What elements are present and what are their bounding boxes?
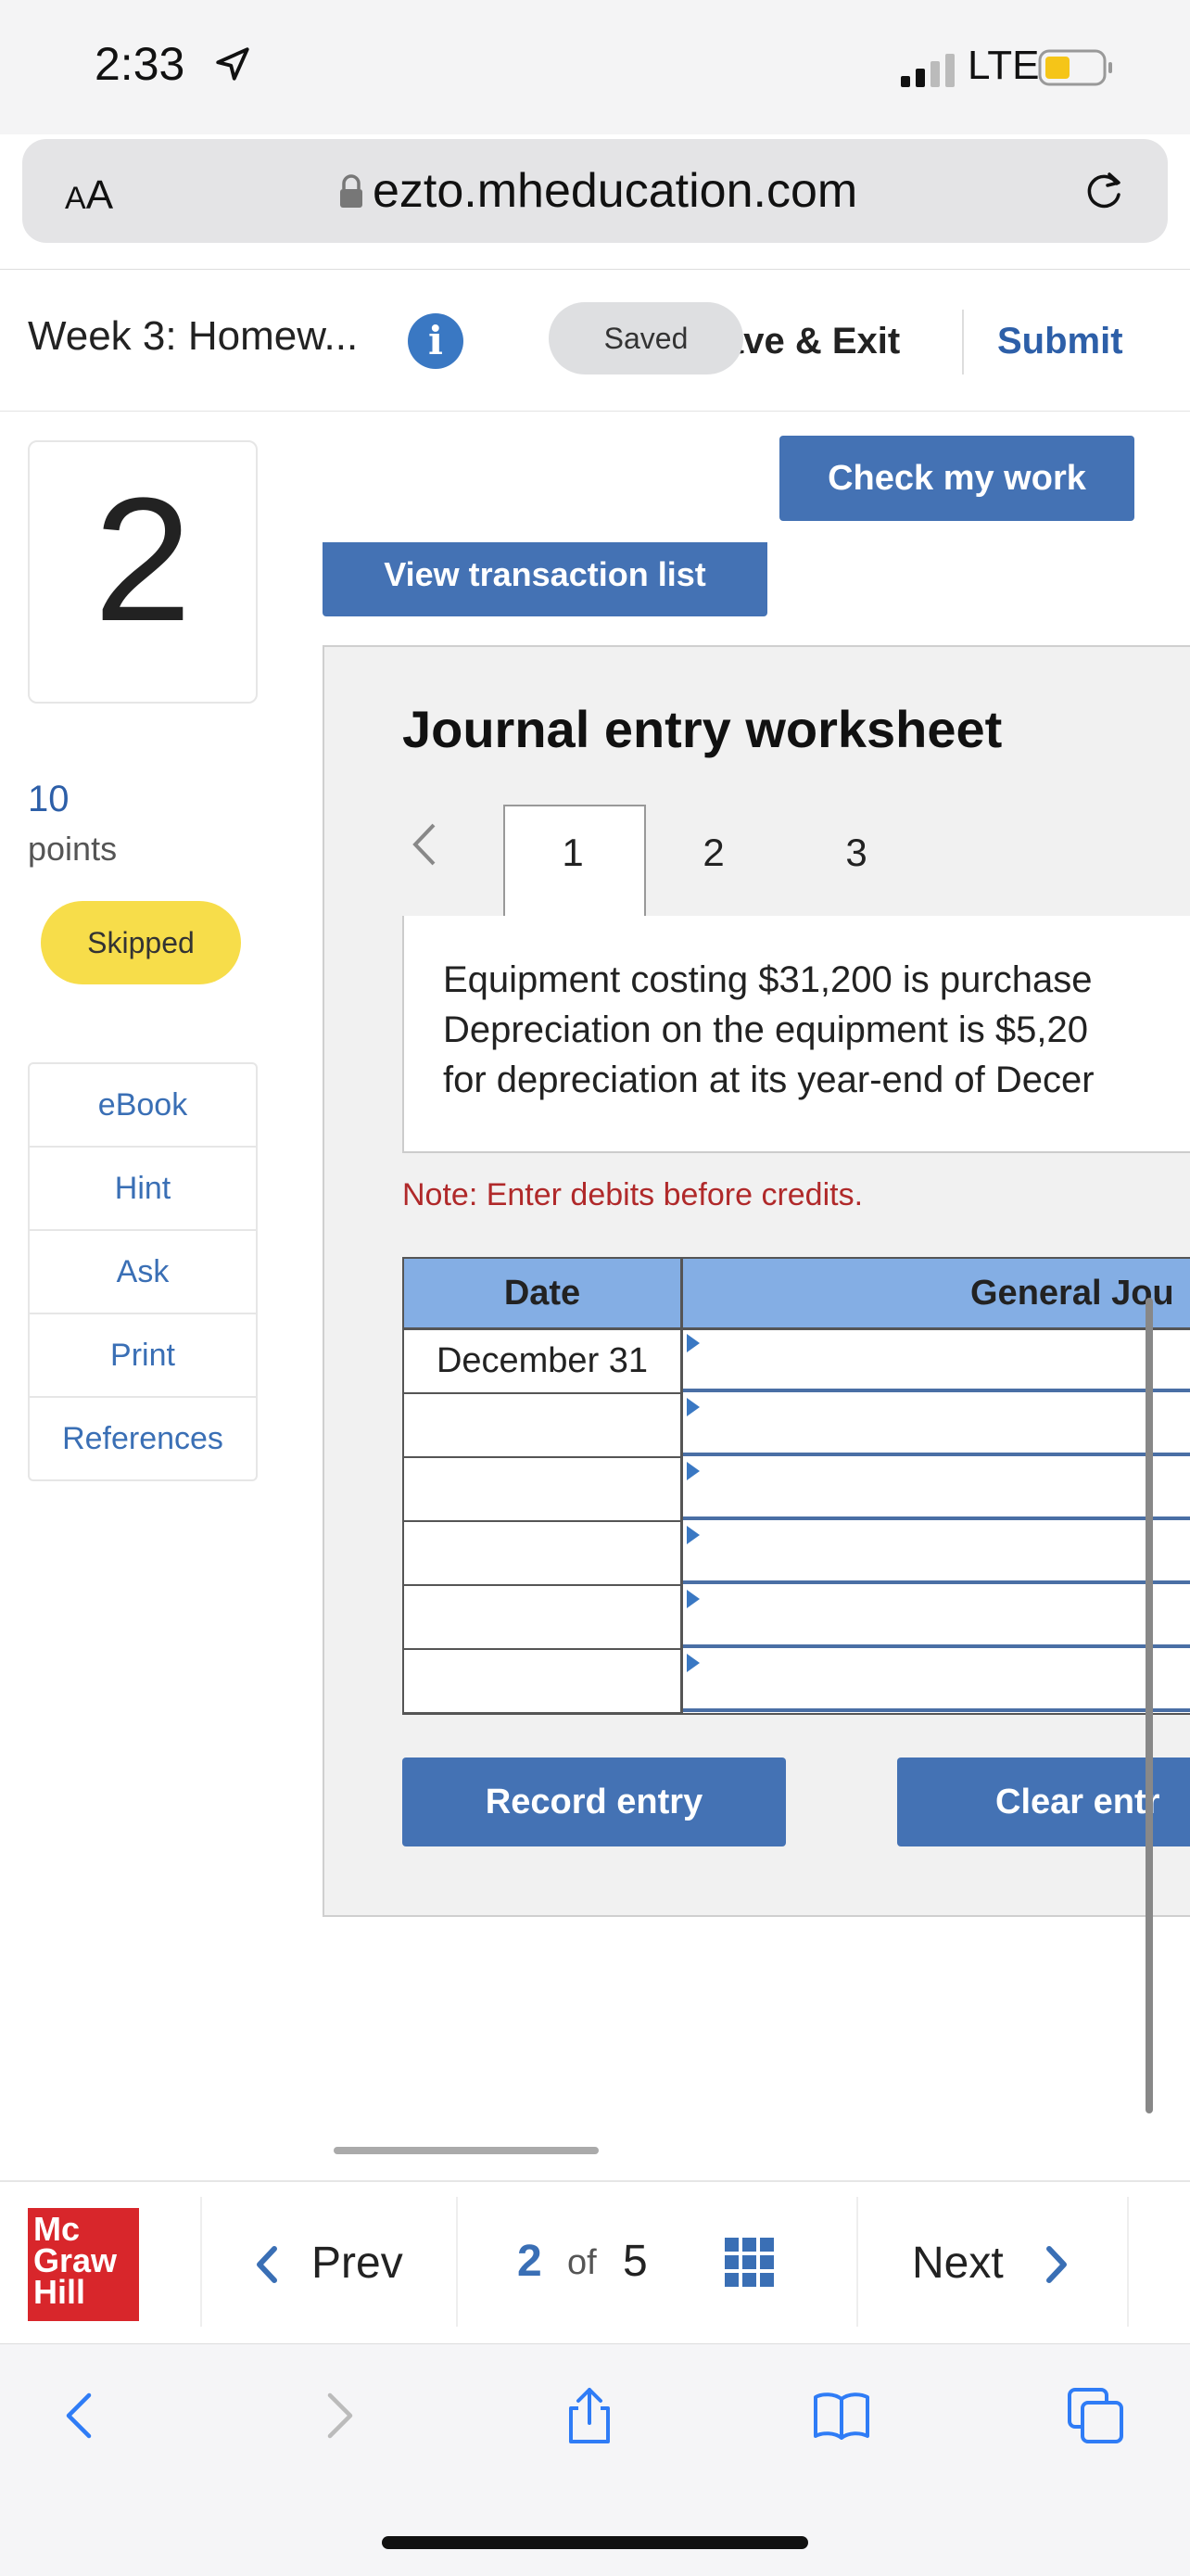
share-icon[interactable] — [560, 2386, 619, 2445]
date-cell[interactable] — [404, 1458, 683, 1522]
dropdown-triangle-icon — [687, 1654, 700, 1672]
references-link[interactable]: References — [30, 1398, 256, 1479]
account-dropdown[interactable] — [683, 1330, 1190, 1392]
nav-divider — [200, 2197, 202, 2327]
chevron-right-icon[interactable] — [1044, 2243, 1071, 2286]
page-of-label: of — [567, 2243, 597, 2282]
lock-icon — [340, 174, 362, 208]
date-cell[interactable] — [404, 1586, 683, 1650]
grid-icon[interactable] — [725, 2238, 775, 2288]
check-my-work-button[interactable]: Check my work — [779, 436, 1134, 521]
prev-button[interactable]: Prev — [311, 2238, 403, 2289]
mcgraw-hill-logo: Mc Graw Hill — [28, 2208, 139, 2321]
signal-icon — [901, 54, 955, 87]
date-cell[interactable] — [404, 1650, 683, 1713]
date-column-header: Date — [404, 1259, 683, 1330]
info-icon[interactable]: i — [408, 313, 463, 369]
dropdown-triangle-icon — [687, 1590, 700, 1608]
points-label: points — [28, 830, 118, 868]
transaction-description: Equipment costing $31,200 is purchase De… — [402, 916, 1190, 1153]
reload-icon[interactable] — [1080, 167, 1128, 215]
worksheet-title: Journal entry worksheet — [402, 700, 1003, 758]
network-type: LTE — [968, 43, 1040, 88]
date-cell[interactable] — [404, 1394, 683, 1458]
ask-link[interactable]: Ask — [30, 1231, 256, 1314]
account-dropdown[interactable] — [683, 1522, 1190, 1584]
general-journal-column-header: General Jou — [683, 1259, 1190, 1330]
description-line: Equipment costing $31,200 is purchase — [443, 959, 1093, 1000]
dropdown-triangle-icon — [687, 1526, 700, 1544]
nav-divider — [856, 2197, 858, 2327]
points-value: 10 — [28, 779, 70, 819]
battery-icon — [1038, 49, 1112, 86]
current-page: 2 — [517, 2237, 542, 2286]
tab-3[interactable]: 3 — [829, 831, 884, 875]
dropdown-triangle-icon — [687, 1462, 700, 1480]
forward-icon[interactable] — [308, 2386, 367, 2445]
next-button[interactable]: Next — [912, 2238, 1004, 2289]
chevron-left-icon[interactable] — [408, 821, 441, 868]
save-exit-button[interactable]: ave & Exit — [723, 321, 900, 362]
hint-link[interactable]: Hint — [30, 1148, 256, 1231]
account-dropdown[interactable] — [683, 1458, 1190, 1520]
description-line: Depreciation on the equipment is $5,20 — [443, 1009, 1089, 1050]
saved-toast: Saved — [549, 302, 743, 374]
home-indicator — [382, 2536, 808, 2549]
ebook-link[interactable]: eBook — [30, 1064, 256, 1148]
nav-divider — [1127, 2197, 1129, 2327]
url-text[interactable]: ezto.mheducation.com — [373, 163, 857, 219]
record-entry-button[interactable]: Record entry — [402, 1758, 786, 1846]
nav-divider — [456, 2197, 458, 2327]
status-time: 2:33 — [95, 38, 185, 90]
submit-button[interactable]: Submit — [997, 321, 1123, 362]
tools-list: eBook Hint Ask Print References — [28, 1062, 258, 1481]
description-line: for depreciation at its year-end of Dece… — [443, 1060, 1095, 1100]
account-dropdown[interactable] — [683, 1394, 1190, 1456]
header-divider — [962, 310, 964, 374]
horizontal-scrollbar[interactable] — [334, 2147, 599, 2154]
date-cell[interactable]: December 31 — [404, 1330, 683, 1394]
chevron-left-icon[interactable] — [252, 2243, 280, 2286]
tab-1-label[interactable]: 1 — [503, 831, 642, 875]
vertical-scrollbar[interactable] — [1146, 1298, 1153, 2113]
account-dropdown[interactable] — [683, 1586, 1190, 1648]
view-transaction-list-button[interactable]: View transaction list — [323, 542, 767, 616]
journal-table: Date General Jou December 31 — [402, 1257, 1190, 1715]
text-size-button[interactable]: AA — [65, 172, 113, 219]
status-badge: Skipped — [41, 901, 241, 984]
entry-note: Note: Enter debits before credits. — [402, 1177, 864, 1212]
account-dropdown[interactable] — [683, 1650, 1190, 1712]
print-link[interactable]: Print — [30, 1314, 256, 1398]
bookmarks-icon[interactable] — [812, 2386, 871, 2445]
tabs-icon[interactable] — [1066, 2386, 1125, 2445]
assignment-title: Week 3: Homew... — [28, 313, 359, 359]
dropdown-triangle-icon — [687, 1334, 700, 1352]
location-arrow-icon — [216, 47, 249, 81]
tab-2[interactable]: 2 — [686, 831, 741, 875]
question-number: 2 — [94, 462, 192, 658]
back-icon[interactable] — [52, 2386, 111, 2445]
total-pages: 5 — [623, 2237, 648, 2286]
dropdown-triangle-icon — [687, 1398, 700, 1416]
date-cell[interactable] — [404, 1522, 683, 1586]
